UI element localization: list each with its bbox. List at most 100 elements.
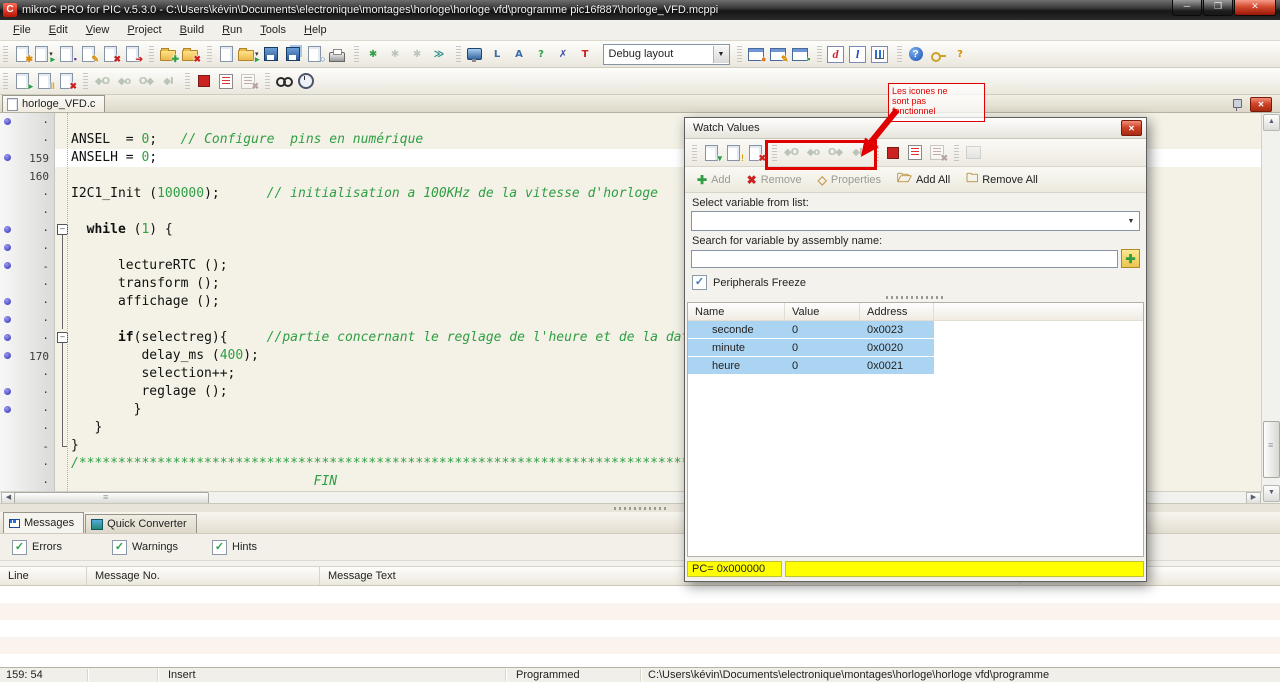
checkbox-warnings[interactable]: ✓ — [112, 539, 127, 555]
step-over-icon[interactable]: ◆o — [114, 71, 134, 91]
vertical-scroll-thumb[interactable] — [1263, 421, 1280, 478]
menu-tools[interactable]: Tools — [251, 22, 295, 38]
toggle-breakpoint-icon[interactable] — [194, 71, 214, 91]
editor-vertical-scrollbar[interactable]: ▲ ▼ — [1261, 113, 1280, 503]
gutter-cell[interactable]: · — [0, 113, 55, 131]
stop-debugger-icon[interactable]: ✖ — [56, 71, 77, 91]
breakpoints-window-icon[interactable] — [216, 71, 236, 91]
open-file-icon[interactable]: ▸ ▾ — [238, 44, 260, 64]
bookmark-dot-icon[interactable] — [4, 226, 11, 233]
maximize-button[interactable] — [1203, 0, 1233, 16]
load-watch-list-icon[interactable]: ! — [723, 143, 744, 163]
variable-select[interactable]: ▼ — [691, 211, 1140, 231]
clean-project-icon[interactable]: ≫ — [429, 44, 449, 64]
save-layout-icon[interactable]: ● — [746, 44, 767, 64]
quick-reference-icon[interactable]: ? — [531, 44, 551, 64]
close-editor-icon[interactable] — [1250, 97, 1272, 112]
bookmark-dot-icon[interactable] — [4, 244, 11, 251]
bookmark-dot-icon[interactable] — [4, 154, 11, 161]
menu-project[interactable]: Project — [118, 22, 170, 38]
statistics-icon[interactable]: L — [487, 44, 507, 64]
bookmark-dot-icon[interactable] — [4, 118, 11, 125]
print-preview-icon[interactable]: ○ — [305, 44, 326, 64]
close-watch-list-icon[interactable]: ✖ — [745, 143, 766, 163]
add-by-name-button[interactable]: ✚ — [1121, 249, 1140, 268]
bookmark-dot-icon[interactable] — [4, 352, 11, 359]
license-key-icon[interactable] — [928, 44, 948, 64]
tab-horloge-vfd[interactable]: horloge_VFD.c — [2, 95, 106, 112]
gutter-cell[interactable]: · — [0, 185, 55, 203]
minimize-button[interactable] — [1172, 0, 1202, 16]
gutter-cell[interactable]: · — [0, 239, 55, 257]
menu-file[interactable]: File — [4, 22, 40, 38]
chevron-down-icon[interactable]: ▼ — [712, 45, 729, 63]
column-header-messageno[interactable]: Message No. — [87, 567, 320, 585]
gutter-cell[interactable]: · — [0, 473, 55, 491]
gutter-cell[interactable]: · — [0, 275, 55, 293]
title-bar[interactable]: C mikroC PRO for PIC v.5.3.0 - C:\Users\… — [0, 0, 1280, 20]
gutter-cell[interactable]: · — [0, 311, 55, 329]
watch-values-icon[interactable] — [274, 71, 294, 91]
bookmark-dot-icon[interactable] — [4, 262, 11, 269]
bookmark-dot-icon[interactable] — [4, 316, 11, 323]
bookmark-dot-icon[interactable] — [4, 388, 11, 395]
menu-edit[interactable]: Edit — [40, 22, 77, 38]
close-button[interactable] — [1234, 0, 1276, 16]
peripherals-freeze-checkbox[interactable]: ✓ — [692, 275, 707, 290]
help-icon[interactable]: ? — [906, 44, 926, 64]
save-file-icon[interactable] — [261, 44, 281, 64]
gutter-cell[interactable]: · — [0, 221, 55, 239]
remove-all-button[interactable]: 🗀 Remove All — [960, 168, 1044, 191]
new-file-icon[interactable] — [216, 44, 236, 64]
pin-icon[interactable] — [1233, 99, 1242, 111]
delete-layout-icon[interactable]: ▪ — [790, 44, 811, 64]
statistics-window-icon[interactable] — [870, 44, 890, 64]
table-row[interactable]: seconde 0 0x0023 — [688, 321, 1143, 339]
open-project-icon[interactable]: ▸ ▾ — [34, 44, 55, 64]
watch-values-dialog[interactable]: Watch Values ▾!✖◆O◆oO◆◆I✖ ✚Add✖Remove◇Pr… — [684, 117, 1147, 582]
gutter-cell[interactable]: · — [0, 383, 55, 401]
save-project-icon[interactable]: ▪ — [56, 44, 77, 64]
gutter-cell[interactable]: · — [0, 455, 55, 473]
menu-build[interactable]: Build — [171, 22, 213, 38]
bookmark-dot-icon[interactable] — [4, 406, 11, 413]
options-icon[interactable]: T — [575, 44, 595, 64]
stopwatch-icon[interactable] — [296, 71, 316, 91]
export-code-icon[interactable]: ✗ — [553, 44, 573, 64]
scroll-down-icon[interactable]: ▼ — [1263, 485, 1280, 502]
letter-d-icon[interactable]: d — [826, 44, 846, 64]
tab-messages[interactable]: Messages — [3, 512, 85, 533]
memory-window-icon[interactable] — [963, 143, 983, 163]
scroll-up-icon[interactable]: ▲ — [1263, 114, 1280, 131]
clear-breakpoints-icon[interactable]: ✖ — [238, 71, 259, 91]
add-file-to-project-icon[interactable]: ✚ — [158, 44, 179, 64]
add-watch-button[interactable]: ✚ Add — [691, 172, 737, 188]
menu-help[interactable]: Help — [295, 22, 336, 38]
save-watch-list-icon[interactable]: ▾ — [701, 143, 722, 163]
clear-breakpoints-icon[interactable]: ✖ — [927, 143, 948, 163]
step-out-icon[interactable]: O◆ — [136, 71, 156, 91]
run-pause-debugger-icon[interactable]: ‖ — [34, 71, 55, 91]
remove-file-from-project-icon[interactable]: ✖ — [180, 44, 201, 64]
gutter-cell[interactable]: - — [0, 437, 55, 455]
menu-view[interactable]: View — [77, 22, 119, 38]
export-project-icon[interactable]: ➔ — [122, 44, 143, 64]
bookmark-dot-icon[interactable] — [4, 298, 11, 305]
toggle-breakpoint-icon[interactable] — [883, 143, 903, 163]
column-header-value[interactable]: Value — [785, 303, 860, 320]
new-project-icon[interactable]: ✱ — [12, 44, 33, 64]
tab-quick-converter[interactable]: Quick Converter — [85, 514, 197, 533]
build-all-projects-icon[interactable]: ✱ — [407, 44, 427, 64]
layout-combobox[interactable]: Debug layout ▼ — [602, 43, 730, 65]
column-header-line[interactable]: Line — [0, 567, 87, 585]
gutter-cell[interactable]: · — [0, 365, 55, 383]
usb-terminal-icon[interactable] — [465, 44, 485, 64]
run-to-cursor-icon[interactable]: ◆I — [158, 71, 178, 91]
bookmark-dot-icon[interactable] — [4, 334, 11, 341]
gutter-cell[interactable]: 160 — [0, 167, 55, 185]
rebuild-all-icon[interactable]: ✱ — [385, 44, 405, 64]
dialog-splitter-grip[interactable] — [885, 296, 946, 299]
edit-layout-icon[interactable]: ✎ — [768, 44, 789, 64]
print-icon[interactable] — [327, 44, 347, 64]
letter-l-icon[interactable]: l — [848, 44, 868, 64]
